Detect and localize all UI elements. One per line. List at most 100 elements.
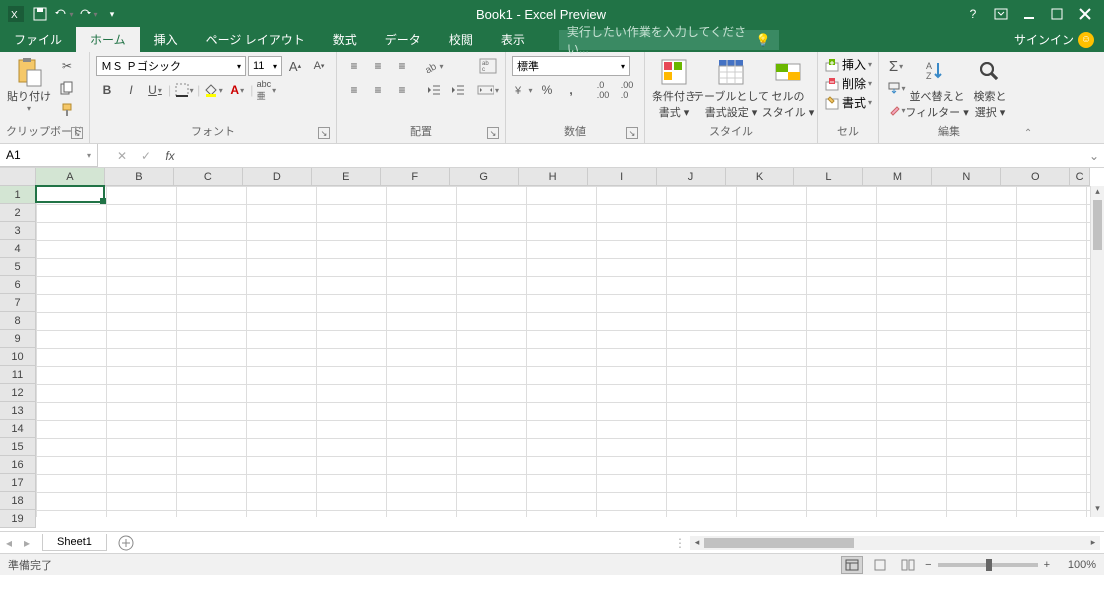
decrease-font-icon[interactable]: A▾ <box>308 56 330 76</box>
tell-me-search[interactable]: 実行したい作業を入力してください... 💡 <box>559 30 779 50</box>
col-header[interactable]: B <box>105 168 174 186</box>
vertical-scrollbar[interactable]: ▴ ▾ <box>1090 186 1104 517</box>
row-header[interactable]: 11 <box>0 366 36 384</box>
number-format-combo[interactable]: 標準▾ <box>512 56 630 76</box>
col-header[interactable]: C <box>1070 168 1090 186</box>
cell-grid[interactable] <box>36 186 1090 517</box>
scroll-up-icon[interactable]: ▴ <box>1091 186 1104 200</box>
tab-view[interactable]: 表示 <box>487 27 539 52</box>
increase-font-icon[interactable]: A▴ <box>284 56 306 76</box>
scroll-right-icon[interactable]: ▸ <box>1086 537 1100 548</box>
col-header[interactable]: C <box>174 168 243 186</box>
paste-button[interactable]: 貼り付け ▾ <box>6 56 52 113</box>
format-cells-button[interactable]: 書式▾ <box>824 94 872 111</box>
col-header[interactable]: M <box>863 168 932 186</box>
row-header[interactable]: 1 <box>0 186 36 204</box>
delete-cells-button[interactable]: 削除▾ <box>824 75 872 92</box>
conditional-formatting-button[interactable]: 条件付き 書式 ▾ <box>651 56 697 120</box>
row-header[interactable]: 3 <box>0 222 36 240</box>
font-color-icon[interactable]: A <box>226 80 248 100</box>
find-select-button[interactable]: 検索と 選択 ▾ <box>967 56 1013 120</box>
undo-icon[interactable] <box>54 4 74 24</box>
row-header[interactable]: 17 <box>0 474 36 492</box>
increase-indent-icon[interactable] <box>447 80 469 100</box>
align-right-icon[interactable]: ≡ <box>391 80 413 100</box>
tab-review[interactable]: 校閲 <box>435 27 487 52</box>
col-header[interactable]: J <box>657 168 726 186</box>
vscroll-thumb[interactable] <box>1093 200 1102 250</box>
bold-button[interactable]: B <box>96 80 118 100</box>
row-header[interactable]: 2 <box>0 204 36 222</box>
font-size-combo[interactable]: 11▾ <box>248 56 282 76</box>
col-header[interactable]: I <box>588 168 657 186</box>
normal-view-icon[interactable] <box>841 556 863 574</box>
hscroll-thumb[interactable] <box>704 538 854 548</box>
sheet-nav-next-icon[interactable]: ▸ <box>18 536 36 550</box>
col-header[interactable]: L <box>794 168 863 186</box>
row-header[interactable]: 16 <box>0 456 36 474</box>
row-header[interactable]: 13 <box>0 402 36 420</box>
zoom-in-button[interactable]: + <box>1044 559 1050 571</box>
col-header[interactable]: E <box>312 168 381 186</box>
row-header[interactable]: 14 <box>0 420 36 438</box>
enter-formula-icon[interactable]: ✓ <box>134 144 158 167</box>
decrease-decimal-icon[interactable]: .00.0 <box>616 80 638 100</box>
row-header[interactable]: 8 <box>0 312 36 330</box>
alignment-dialog-launcher[interactable]: ↘ <box>487 127 499 139</box>
row-header[interactable]: 19 <box>0 510 36 528</box>
qat-customize-icon[interactable]: ▾ <box>102 4 122 24</box>
tab-formulas[interactable]: 数式 <box>319 27 371 52</box>
selected-cell[interactable] <box>35 185 105 203</box>
maximize-button[interactable] <box>1044 3 1070 25</box>
row-header[interactable]: 9 <box>0 330 36 348</box>
clipboard-dialog-launcher[interactable]: ↘ <box>71 127 83 139</box>
new-sheet-button[interactable] <box>115 532 137 554</box>
format-painter-icon[interactable] <box>56 100 78 120</box>
copy-icon[interactable] <box>56 78 78 98</box>
accounting-format-icon[interactable]: ¥ <box>512 80 534 100</box>
page-layout-view-icon[interactable] <box>869 556 891 574</box>
row-header[interactable]: 6 <box>0 276 36 294</box>
clear-icon[interactable] <box>885 100 907 120</box>
row-header[interactable]: 18 <box>0 492 36 510</box>
col-header[interactable]: K <box>726 168 795 186</box>
cut-icon[interactable]: ✂ <box>56 56 78 76</box>
row-header[interactable]: 10 <box>0 348 36 366</box>
collapse-ribbon-icon[interactable]: ⌃ <box>1024 128 1032 139</box>
row-header[interactable]: 5 <box>0 258 36 276</box>
orientation-icon[interactable]: ab <box>423 56 445 76</box>
font-name-combo[interactable]: ＭＳ Ｐゴシック▾ <box>96 56 246 76</box>
wrap-text-icon[interactable]: abc <box>477 56 499 76</box>
sheet-tab[interactable]: Sheet1 <box>42 534 107 551</box>
row-header[interactable]: 12 <box>0 384 36 402</box>
minimize-button[interactable] <box>1016 3 1042 25</box>
merge-center-icon[interactable] <box>477 80 499 100</box>
tab-page-layout[interactable]: ページ レイアウト <box>192 27 319 52</box>
name-box[interactable]: A1▾ <box>0 144 98 167</box>
scroll-left-icon[interactable]: ◂ <box>690 537 704 548</box>
underline-button[interactable]: U <box>144 80 166 100</box>
align-top-icon[interactable]: ≡ <box>343 56 365 76</box>
cell-styles-button[interactable]: セルの スタイル ▾ <box>765 56 811 120</box>
scroll-down-icon[interactable]: ▾ <box>1091 503 1104 517</box>
col-header[interactable]: D <box>243 168 312 186</box>
align-middle-icon[interactable]: ≡ <box>367 56 389 76</box>
italic-button[interactable]: I <box>120 80 142 100</box>
col-header[interactable]: N <box>932 168 1001 186</box>
sort-filter-button[interactable]: AZ 並べ替えと フィルター ▾ <box>911 56 963 120</box>
help-button[interactable]: ? <box>960 3 986 25</box>
number-dialog-launcher[interactable]: ↘ <box>626 127 638 139</box>
fill-icon[interactable] <box>885 78 907 98</box>
tab-data[interactable]: データ <box>371 27 435 52</box>
border-icon[interactable] <box>173 80 195 100</box>
col-header[interactable]: O <box>1001 168 1070 186</box>
row-header[interactable]: 15 <box>0 438 36 456</box>
redo-icon[interactable] <box>78 4 98 24</box>
autosum-icon[interactable]: Σ <box>885 56 907 76</box>
zoom-level[interactable]: 100% <box>1056 559 1096 571</box>
phonetic-icon[interactable]: abc亜 <box>255 80 277 100</box>
zoom-out-button[interactable]: − <box>925 559 931 571</box>
comma-icon[interactable]: , <box>560 80 582 100</box>
fill-handle[interactable] <box>100 198 106 204</box>
fx-icon[interactable]: fx <box>158 144 182 167</box>
